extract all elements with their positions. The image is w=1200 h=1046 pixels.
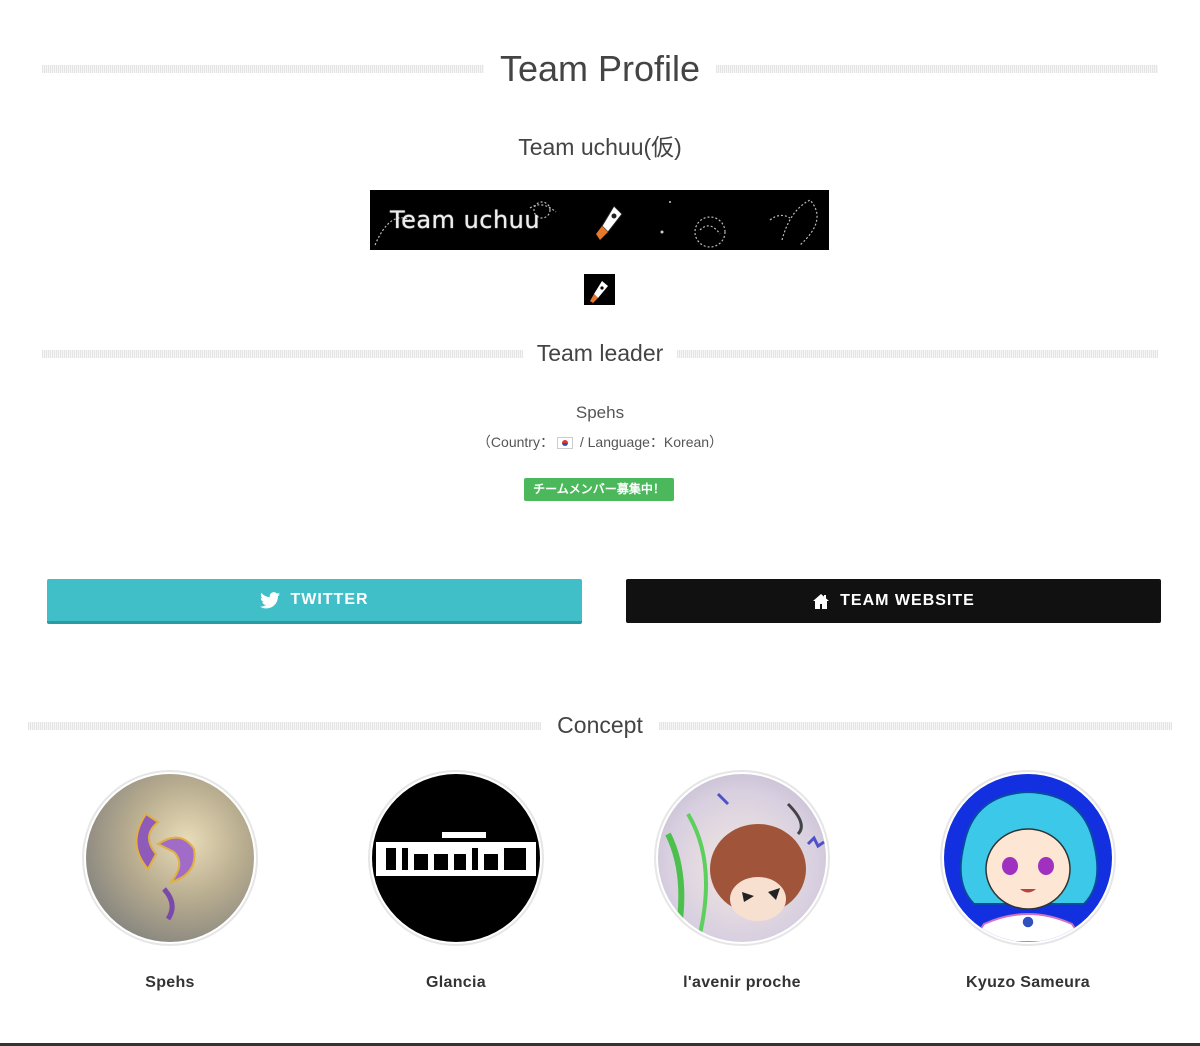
team-name: Team uchuu(仮): [518, 134, 682, 160]
concept-title: Concept: [557, 712, 643, 738]
heading-rule-left: [28, 721, 542, 730]
member-name: l'avenir proche: [683, 974, 801, 991]
heading-rule-left: [42, 349, 523, 358]
avatar: [372, 774, 540, 942]
member-name: Kyuzo Sameura: [966, 974, 1090, 991]
leader-heading: Team leader: [536, 340, 664, 366]
avatar: [658, 774, 826, 942]
heading-rule-right: [677, 349, 1159, 358]
leader-meta: （Country： / Language：Korean）: [0, 432, 1200, 452]
heading-rule-right: [658, 721, 1173, 730]
twitter-button[interactable]: TWITTER: [47, 579, 582, 624]
avatar-frame: [82, 770, 258, 946]
page-title: Team Profile: [499, 48, 701, 89]
member-card[interactable]: Glancia: [336, 770, 576, 992]
member-card[interactable]: Spehs: [50, 770, 290, 992]
avatar: [86, 774, 254, 942]
member-name: Glancia: [426, 974, 486, 991]
heading-rule-right: [716, 65, 1159, 73]
avatar-frame: [940, 770, 1116, 946]
team-banner: Team uchuu: [370, 190, 829, 250]
heading-rule-left: [42, 65, 484, 73]
avatar: [944, 774, 1112, 942]
twitter-button-label: TWITTER: [290, 591, 369, 608]
team-logo: [584, 274, 615, 305]
member-logo: [135, 812, 196, 921]
member-card[interactable]: Kyuzo Sameura: [908, 770, 1148, 992]
concept-heading: Concept: [0, 712, 1200, 739]
member-logo: [376, 832, 536, 876]
banner-text: Team uchuu: [390, 206, 541, 234]
leader-name: Spehs: [575, 403, 625, 422]
home-icon: [812, 593, 830, 610]
rocket-icon: [590, 281, 608, 303]
member-card[interactable]: l'avenir proche: [622, 770, 862, 992]
korea-flag-icon: [556, 437, 573, 450]
avatar-frame: [368, 770, 544, 946]
team-profile-heading: Team Profile: [0, 48, 1200, 90]
avatar-frame: [654, 770, 830, 946]
member-illustration: [959, 790, 1099, 942]
website-button-label: TEAM WEBSITE: [840, 592, 975, 609]
twitter-icon: [260, 591, 281, 609]
member-name: Spehs: [145, 974, 195, 991]
rocket-icon: [596, 205, 623, 240]
recruit-badge: チームメンバー募集中！: [524, 478, 674, 501]
country-label: （Country：: [476, 434, 554, 450]
member-illustration: [665, 792, 825, 942]
team-leader-heading: Team leader: [0, 340, 1200, 367]
language-label: / Language：Korean）: [575, 434, 724, 450]
team-website-button[interactable]: TEAM WEBSITE: [626, 579, 1161, 623]
